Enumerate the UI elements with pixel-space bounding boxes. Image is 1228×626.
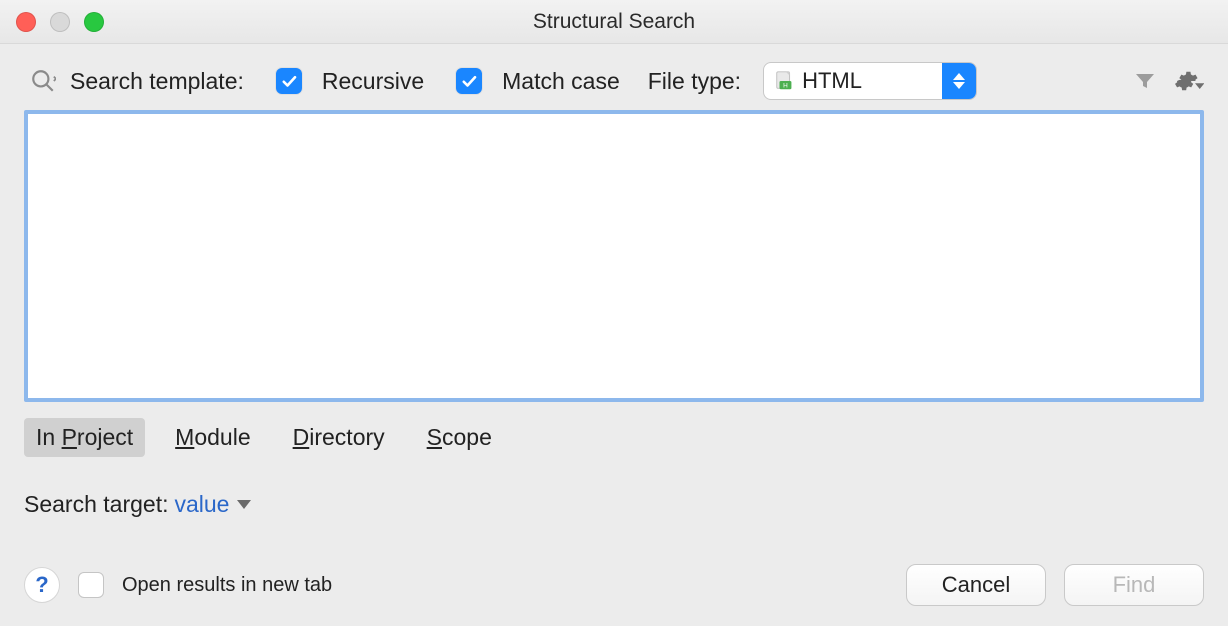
search-target-label: Search target: bbox=[24, 491, 168, 518]
filter-icon[interactable] bbox=[1130, 66, 1160, 96]
window-title: Structural Search bbox=[0, 10, 1228, 34]
minimize-window-button[interactable] bbox=[50, 12, 70, 32]
search-target-row: Search target: value bbox=[0, 457, 1228, 518]
open-in-new-tab-label: Open results in new tab bbox=[122, 574, 332, 597]
search-target-value: value bbox=[174, 491, 229, 518]
recursive-checkbox[interactable] bbox=[276, 68, 302, 94]
open-in-new-tab-checkbox[interactable] bbox=[78, 572, 104, 598]
tab-directory[interactable]: Directory bbox=[281, 418, 397, 457]
svg-text:H: H bbox=[783, 82, 788, 89]
find-button[interactable]: Find bbox=[1064, 564, 1204, 606]
gear-icon[interactable] bbox=[1174, 66, 1204, 96]
search-template-label: Search template: bbox=[70, 68, 244, 95]
search-target-dropdown[interactable]: value bbox=[174, 491, 251, 518]
search-toolbar: Search template: Recursive Match case Fi… bbox=[0, 44, 1228, 104]
scope-tabs: In Project Module Directory Scope bbox=[0, 414, 1228, 457]
file-type-label: File type: bbox=[648, 68, 741, 95]
html-file-icon: H bbox=[764, 70, 802, 92]
file-type-select[interactable]: H HTML bbox=[763, 62, 977, 100]
search-icon[interactable] bbox=[30, 68, 56, 94]
dialog-footer: ? Open results in new tab Cancel Find bbox=[0, 550, 1228, 626]
cancel-button[interactable]: Cancel bbox=[906, 564, 1046, 606]
help-button[interactable]: ? bbox=[24, 567, 60, 603]
search-template-editor[interactable] bbox=[24, 110, 1204, 402]
tab-in-project[interactable]: In Project bbox=[24, 418, 145, 457]
close-window-button[interactable] bbox=[16, 12, 36, 32]
template-editor-wrap bbox=[0, 104, 1228, 414]
match-case-checkbox[interactable] bbox=[456, 68, 482, 94]
chevron-down-icon bbox=[237, 500, 251, 509]
file-type-value: HTML bbox=[802, 68, 942, 94]
title-bar: Structural Search bbox=[0, 0, 1228, 44]
tab-scope[interactable]: Scope bbox=[415, 418, 504, 457]
recursive-label: Recursive bbox=[322, 68, 424, 95]
match-case-label: Match case bbox=[502, 68, 620, 95]
window-controls bbox=[16, 0, 104, 44]
zoom-window-button[interactable] bbox=[84, 12, 104, 32]
chevron-up-down-icon bbox=[942, 63, 976, 99]
tab-module[interactable]: Module bbox=[163, 418, 262, 457]
